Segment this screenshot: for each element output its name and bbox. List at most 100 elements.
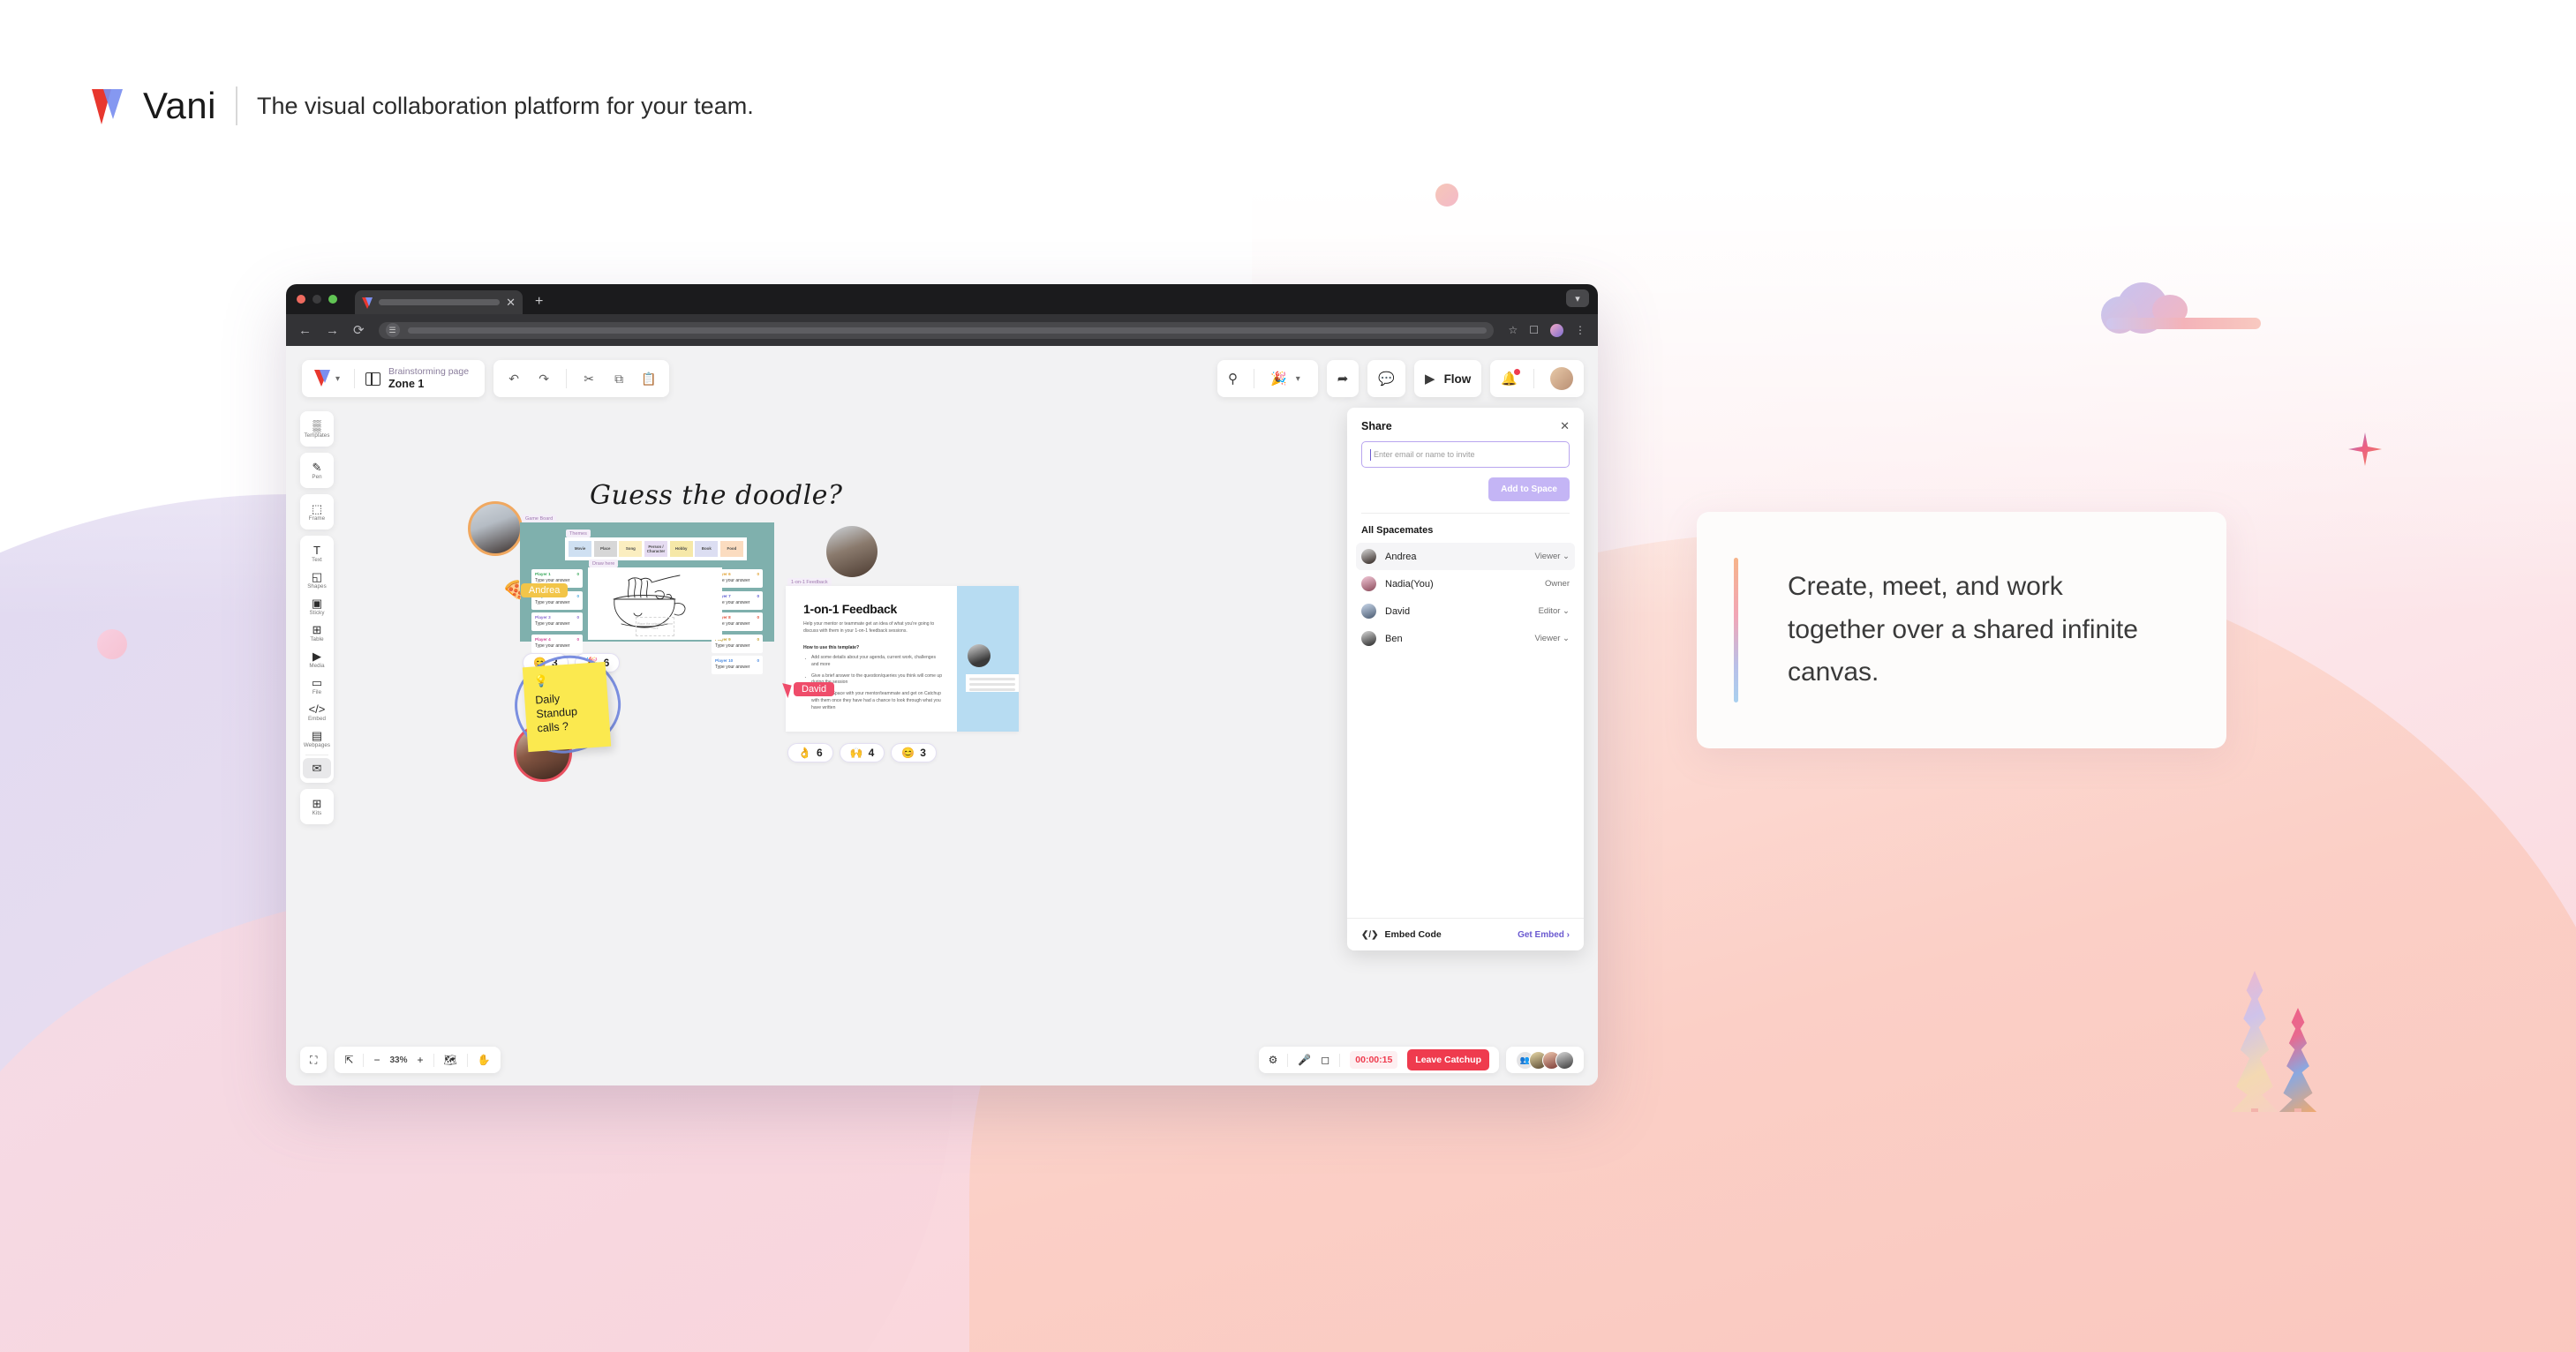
sticky-note[interactable]: 💡 Daily Standup calls ? [522, 661, 612, 753]
comment-group[interactable]: 💬 [1367, 360, 1406, 397]
new-tab-button[interactable]: + [535, 294, 543, 310]
video-bubble-andrea[interactable] [468, 501, 523, 556]
maximize-window-button[interactable] [328, 295, 337, 304]
vani-logo-icon[interactable] [314, 370, 330, 387]
zoom-in-button[interactable]: + [418, 1054, 424, 1066]
tools-sidebar[interactable]: ▒ Templates ✎ Pen ⬚ Frame T Text ◱ Shapes ▣ Sticky ⊞… [300, 411, 334, 824]
bookmark-icon[interactable]: ☆ [1508, 324, 1518, 336]
sidebar-item-sticky[interactable]: ▣ Sticky [303, 593, 331, 620]
sidebar-item-table[interactable]: ⊞ Table [303, 620, 331, 646]
minimize-window-button[interactable] [313, 295, 321, 304]
sidebar-item-webpages[interactable]: ▤ Webpages [303, 725, 331, 752]
spacemate-role[interactable]: Viewer ⌄ [1535, 634, 1570, 643]
zoom-out-button[interactable]: − [373, 1054, 380, 1066]
share-panel[interactable]: Share ✕ Enter email or name to invite Ad… [1347, 408, 1584, 950]
reload-icon[interactable]: ⟳ [353, 322, 365, 338]
player-answer-input[interactable]: Type your answer [535, 643, 579, 649]
tune-icon[interactable]: ☰ [385, 323, 400, 337]
sidebar-item-templates[interactable]: ▒ Templates [303, 416, 331, 442]
spacemates-list[interactable]: Andrea Viewer ⌄ Nadia(You) Owner David Editor… [1347, 543, 1584, 652]
spacemate-role[interactable]: Editor ⌄ [1539, 606, 1570, 616]
cursor-select-icon[interactable]: ➦ [1337, 371, 1349, 387]
close-window-button[interactable] [297, 295, 305, 304]
kebab-menu-icon[interactable]: ⋮ [1575, 324, 1586, 336]
search-icon[interactable]: ⚲ [1228, 371, 1238, 387]
redo-button[interactable]: ↷ [529, 372, 559, 387]
address-bar[interactable]: ☰ [378, 321, 1495, 339]
app-menu-group[interactable]: ▾ Brainstorming page Zone 1 [302, 360, 486, 397]
frame-tag-draw[interactable]: Draw here [589, 560, 619, 567]
confetti-icon[interactable]: 🎉 [1270, 371, 1287, 387]
theme-chip[interactable]: Movie [569, 541, 592, 557]
cut-button[interactable]: ✂ [574, 372, 604, 387]
player-answer-input[interactable]: Type your answer [715, 643, 759, 649]
feedback-template-card[interactable]: 1-on-1 Feedback Help your mentor or team… [786, 586, 1019, 732]
sidebar-item-mail[interactable]: ✉ [303, 758, 331, 778]
focus-group[interactable]: ⛶ [300, 1047, 328, 1073]
video-bubble-ben[interactable] [826, 526, 877, 577]
cursor-tool-group[interactable]: ➦ [1326, 360, 1360, 397]
participant-avatars[interactable]: 👥 [1516, 1050, 1574, 1070]
browser-profile-avatar[interactable] [1550, 323, 1563, 337]
focus-frame-icon[interactable]: ⛶ [310, 1054, 317, 1067]
spacemate-row[interactable]: David Editor ⌄ [1356, 597, 1575, 625]
chevron-down-icon[interactable]: ▾ [335, 374, 340, 384]
avatar[interactable] [1550, 367, 1573, 390]
reaction-pill[interactable]: 👌 6 [787, 743, 833, 762]
sidebar-item-frame[interactable]: ⬚ Frame [303, 499, 331, 525]
paste-button[interactable]: 📋 [634, 372, 664, 387]
frame-tag-feedback[interactable]: 1-on-1 Feedback [787, 578, 832, 586]
camera-icon[interactable]: ◻ [1321, 1054, 1329, 1066]
browser-tab[interactable]: ✕ [355, 290, 523, 314]
leave-catchup-button[interactable]: Leave Catchup [1407, 1049, 1489, 1070]
bell-icon[interactable]: 🔔 [1501, 368, 1520, 387]
sidebar-item-shapes[interactable]: ◱ Shapes [303, 567, 331, 593]
participants-group[interactable]: 👥 [1506, 1047, 1584, 1073]
theme-chip[interactable]: Food [719, 541, 743, 557]
window-controls[interactable] [297, 295, 337, 304]
spacemate-row[interactable]: Andrea Viewer ⌄ [1356, 543, 1575, 570]
page-name[interactable]: Brainstorming page [388, 366, 469, 378]
arrow-right-icon[interactable]: → [326, 323, 339, 338]
player-card[interactable]: Player 4 0 Type your answer [531, 634, 583, 653]
zone-name[interactable]: Zone 1 [388, 378, 469, 392]
player-card[interactable]: Player 10 0 Type your answer [712, 656, 763, 674]
sidebar-item-text[interactable]: T Text [303, 540, 331, 567]
extensions-icon[interactable]: ☐ [1529, 324, 1539, 336]
drawing-area[interactable]: Place the selected theme here [588, 567, 722, 640]
copy-button[interactable]: ⧉ [604, 372, 634, 387]
reaction-pill[interactable]: 😊 3 [891, 743, 937, 762]
theme-chip[interactable]: Book [695, 541, 719, 557]
player-answer-input[interactable]: Type your answer [535, 621, 579, 627]
flow-group[interactable]: ▶ Flow [1414, 360, 1482, 397]
microphone-icon[interactable]: 🎤 [1298, 1054, 1311, 1066]
sidebar-item-embed[interactable]: </> Embed [303, 699, 331, 725]
sidebar-item-media[interactable]: ▶ Media [303, 646, 331, 672]
sticky-note-group[interactable]: 💡 Daily Standup calls ? [509, 650, 626, 760]
search-group[interactable]: ⚲ 🎉 ▾ [1217, 360, 1318, 397]
sidebar-item-pen[interactable]: ✎ Pen [303, 457, 331, 484]
theme-chip[interactable]: Song [619, 541, 643, 557]
arrow-left-icon[interactable]: ← [298, 323, 312, 338]
undo-button[interactable]: ↶ [499, 372, 529, 387]
theme-drop-hint[interactable]: Place the selected theme here [636, 617, 674, 636]
chevron-down-icon[interactable]: ▾ [1296, 374, 1300, 384]
minimap-icon[interactable]: 🗺 [444, 1054, 457, 1066]
spacemate-row[interactable]: Ben Viewer ⌄ [1356, 625, 1575, 652]
player-answer-input[interactable]: Type your answer [715, 665, 759, 670]
sidebar-item-file[interactable]: ▭ File [303, 672, 331, 699]
account-group[interactable]: 🔔 [1490, 360, 1584, 397]
play-icon[interactable]: ▶ [1425, 371, 1435, 387]
fit-screen-icon[interactable]: ⇱ [344, 1054, 353, 1066]
comment-icon[interactable]: 💬 [1378, 371, 1395, 387]
theme-chip[interactable]: Person / Character [644, 541, 668, 557]
spacemate-role[interactable]: Viewer ⌄ [1535, 552, 1570, 561]
theme-chip[interactable]: Hobby [669, 541, 693, 557]
chevron-down-icon[interactable]: ▾ [1566, 289, 1589, 307]
add-to-space-button[interactable]: Add to Space [1488, 477, 1570, 501]
invite-input[interactable]: Enter email or name to invite [1361, 441, 1570, 468]
close-icon[interactable]: ✕ [1560, 419, 1570, 433]
reaction-pill[interactable]: 🙌 4 [839, 743, 885, 762]
spacemate-row[interactable]: Nadia(You) Owner [1356, 570, 1575, 597]
gear-icon[interactable]: ⚙ [1269, 1054, 1278, 1066]
